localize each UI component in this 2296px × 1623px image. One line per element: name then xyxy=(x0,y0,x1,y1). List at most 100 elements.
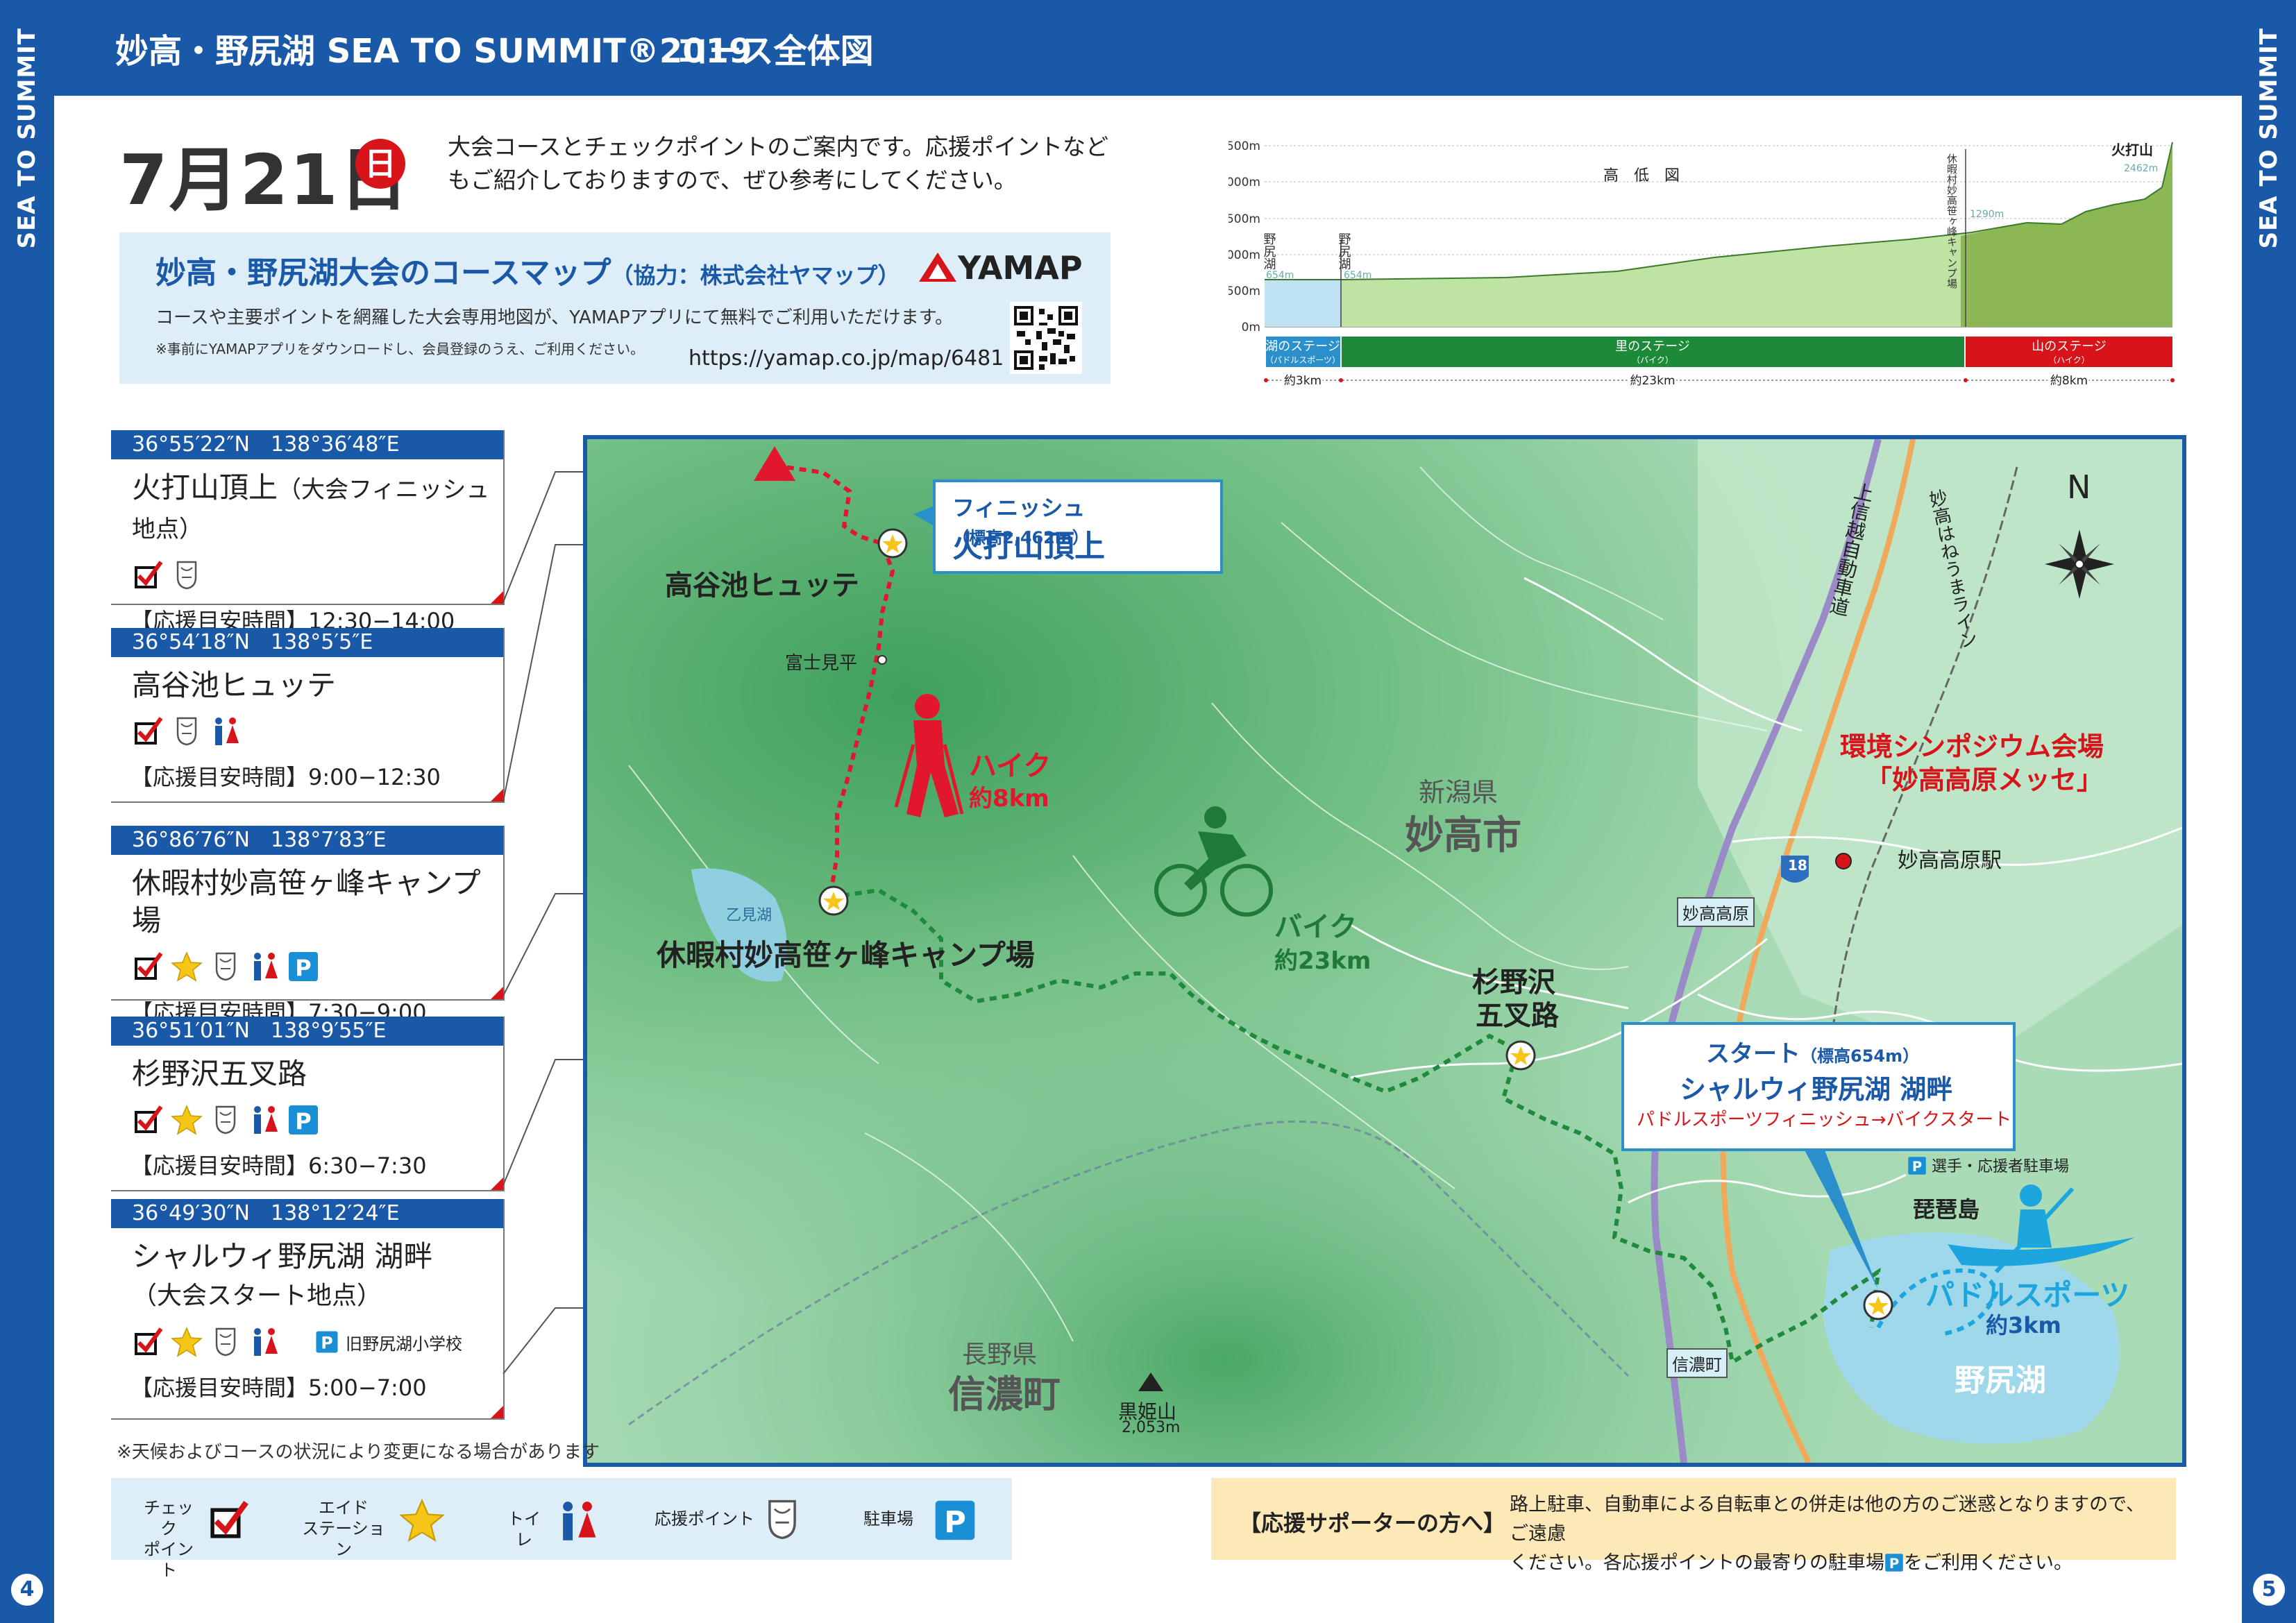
stage-dist: 約8km xyxy=(2050,374,2088,388)
legend-check-label: チェック ポイント xyxy=(144,1498,194,1580)
map-label-suginosawa-2: 五叉路 xyxy=(1476,1000,1559,1032)
legend-toilet-label: トイレ xyxy=(507,1509,541,1549)
footnote: ※天候およびコースの状況により変更になる場合があります xyxy=(117,1442,600,1463)
map-label-myokokogen-station: 妙高高原駅 xyxy=(1898,849,2002,873)
map-label-camp: 休暇村妙高笹ヶ峰キャンプ場 xyxy=(657,938,1035,972)
cheer-icon xyxy=(210,951,242,983)
map-label-otomi: 乙見湖 xyxy=(726,907,773,924)
map-label-bike: バイク xyxy=(1274,911,1358,943)
elev-label-name: 野尻湖 xyxy=(1262,232,1276,270)
map-label-shinano: 信濃町 xyxy=(948,1372,1061,1416)
stage-sub: （パドルスポーツ） xyxy=(1265,355,1340,365)
right-side-strip: SEA TO SUMMIT 5 xyxy=(2242,0,2296,1623)
supporter-text: 路上駐車、自動車による自転車との併走は他の方のご迷惑となりますので、ご遠慮 くだ… xyxy=(1510,1494,2145,1574)
page-header: 妙高・野尻湖 SEA TO SUMMIT®2019 コース全体図 xyxy=(54,0,2242,96)
toilet-icon xyxy=(248,1104,280,1136)
point-sub: （大会スタート地点） xyxy=(132,1282,382,1310)
elev-label-value: 654m xyxy=(1344,270,1371,281)
elev-label-name: 休暇村妙高笹ヶ峰キャンプ場 xyxy=(1945,153,1958,289)
map-label-koyaike: 高谷池ヒュッテ xyxy=(665,570,859,602)
left-side-strip: SEA TO SUMMIT 4 xyxy=(0,0,54,1623)
yamap-credit: （協力：株式会社ヤマップ） xyxy=(611,262,900,289)
map-label-niigata: 新潟県 xyxy=(1419,777,1499,808)
start-title: スタート（標高654m） xyxy=(1706,1040,1920,1068)
aid-star-icon xyxy=(171,1326,203,1358)
y-tick: 500m xyxy=(1229,284,1260,298)
legend-toilet-icon xyxy=(555,1499,600,1543)
elevation-title: 高 低 図 xyxy=(1603,167,1680,185)
check-icon xyxy=(132,951,164,983)
legend: チェック ポイント エイド ステーション トイレ 応援ポイント 駐車場 xyxy=(111,1478,1012,1580)
legend-star-icon xyxy=(399,1497,445,1543)
stage-dist: 約3km xyxy=(1284,374,1322,388)
start-name: シャルウィ野尻湖 湖畔 xyxy=(1680,1074,1953,1105)
point-coord: 36°86′76″N 138°7′83″E xyxy=(111,826,503,855)
yamap-url[interactable]: https://yamap.co.jp/map/6481 xyxy=(689,346,1004,371)
stage-dist: 約23km xyxy=(1630,374,1675,388)
map-label-myoko-city: 妙高市 xyxy=(1405,813,1521,858)
left-side-text: SEA TO SUMMIT xyxy=(13,28,41,249)
course-map[interactable]: フィニッシュ（標高2,462m） 火打山頂上 スタート（標高654m） シャルウ… xyxy=(583,435,2186,1467)
point-card-hiuchiyama: 36°55′22″N 138°36′48″E 火打山頂上（大会フィニッシュ地点）… xyxy=(111,430,505,634)
map-label-biwajima: 琵琶島 xyxy=(1913,1196,1980,1223)
point-name: 火打山頂上（大会フィニッシュ地点） xyxy=(132,470,490,543)
yamap-note: ※事前にYAMAPアプリをダウンロードし、会員登録のうえ、ご利用ください。 xyxy=(155,341,645,357)
map-label-hike-dist: 約8km xyxy=(969,785,1049,813)
legend-parking-icon xyxy=(934,1499,977,1542)
point-card-koyaike: 36°54′18″N 138°5′5″E 高谷池ヒュッテ 【応援目安時間】9:0… xyxy=(111,628,505,803)
point-time: 【応援目安時間】9:00−12:30 xyxy=(130,764,441,790)
point-coord: 36°51′01″N 138°9′55″E xyxy=(111,1017,503,1046)
point-coord: 36°49′30″N 138°12′24″E xyxy=(111,1199,503,1228)
yamap-title: 妙高・野尻湖大会のコースマップ（協力：株式会社ヤマップ） xyxy=(155,255,900,291)
route-18-label: 18 xyxy=(1788,857,1807,874)
parking-note: 旧野尻湖小学校 xyxy=(346,1334,462,1354)
cheer-icon xyxy=(171,559,203,591)
cheer-icon xyxy=(171,715,203,747)
yamap-logo: YAMAP xyxy=(918,249,1083,287)
stage-sub: （バイク） xyxy=(1632,355,1673,365)
toilet-icon xyxy=(210,715,242,747)
map-label-kurohime-elev: 2,053m xyxy=(1122,1419,1181,1436)
check-icon xyxy=(132,715,164,747)
map-label-hike: ハイク xyxy=(969,750,1052,782)
elev-label-value: 2462m xyxy=(2124,163,2158,174)
point-coord: 36°55′22″N 138°36′48″E xyxy=(111,430,503,459)
point-name: シャルウィ野尻湖 湖畔 （大会スタート地点） xyxy=(132,1239,433,1310)
page-number-left: 4 xyxy=(11,1574,43,1606)
aid-star-icon xyxy=(171,951,203,983)
stage-name: 里のステージ xyxy=(1615,339,1690,354)
check-icon xyxy=(132,1104,164,1136)
aid-star-icon xyxy=(171,1104,203,1136)
y-tick: 2000m xyxy=(1229,176,1260,189)
finish-name: 火打山頂上 xyxy=(952,529,1105,564)
start-callout: スタート（標高654m） シャルウィ野尻湖 湖畔 パドルスポーツフィニッシュ→バ… xyxy=(1621,1022,2016,1151)
point-card-start: 36°49′30″N 138°12′24″E シャルウィ野尻湖 湖畔 （大会スター… xyxy=(111,1199,505,1420)
point-name: 休暇村妙高笹ヶ峰キャンプ場 xyxy=(132,866,481,937)
map-label-symposium-2: 「妙高高原メッセ」 xyxy=(1866,765,2104,795)
parking-icon xyxy=(1884,1553,1904,1572)
parking-icon xyxy=(287,1104,319,1136)
map-label-paddle-dist: 約3km xyxy=(1986,1312,2061,1339)
legend-aid-label: エイド ステーション xyxy=(302,1498,385,1559)
elev-label-name: 野尻湖 xyxy=(1337,232,1351,270)
corner-mark xyxy=(491,1406,503,1418)
map-label-shinano-ic: 信濃町 xyxy=(1666,1348,1728,1378)
map-label-symposium-1: 環境シンポジウム会場 xyxy=(1840,731,2104,762)
point-name: 杉野沢五叉路 xyxy=(132,1057,307,1091)
cheer-icon xyxy=(210,1326,242,1358)
point-coord: 36°54′18″N 138°5′5″E xyxy=(111,628,503,657)
qr-code-icon[interactable] xyxy=(1010,302,1082,374)
map-label-myokokogen-ic: 妙高高原 xyxy=(1677,897,1755,927)
legend-check-icon xyxy=(207,1499,250,1542)
point-card-suginosawa: 36°51′01″N 138°9′55″E 杉野沢五叉路 【応援目安時間】6:3… xyxy=(111,1017,505,1191)
header-title: 妙高・野尻湖 SEA TO SUMMIT®2019 xyxy=(115,32,752,71)
map-label-fujimidaira: 富士見平 xyxy=(785,653,858,674)
cheer-icon xyxy=(210,1104,242,1136)
parking-icon xyxy=(315,1330,339,1354)
toilet-icon xyxy=(248,951,280,983)
parking-icon xyxy=(287,951,319,983)
map-label-bike-dist: 約23km xyxy=(1274,947,1371,975)
right-side-text: SEA TO SUMMIT xyxy=(2255,28,2283,249)
y-tick: 2500m xyxy=(1229,139,1260,153)
day-badge: 日 xyxy=(355,139,405,189)
